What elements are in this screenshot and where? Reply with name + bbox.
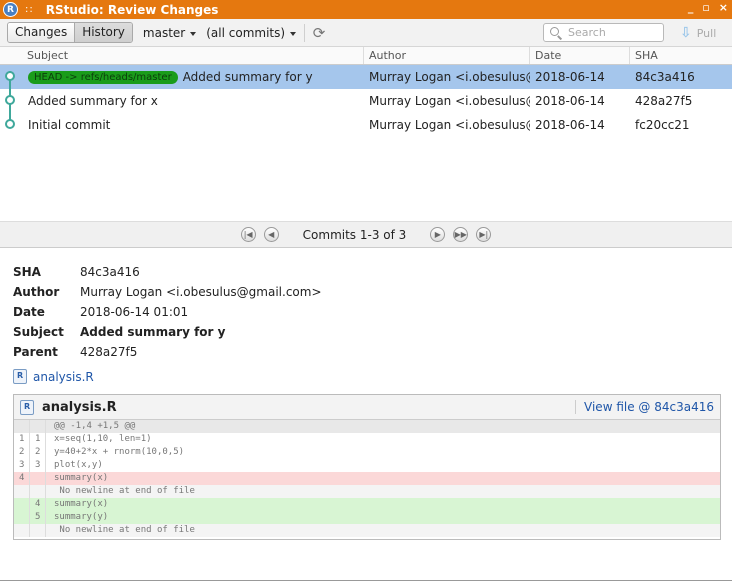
view-toggle: Changes History	[7, 22, 133, 43]
table-row[interactable]: HEAD -> refs/heads/master Added summary …	[0, 65, 732, 89]
branch-label: master	[142, 25, 186, 40]
commit-sha: 84c3a416	[635, 70, 695, 84]
r-file-icon	[20, 399, 34, 415]
diff-line-added: 4 summary(x)	[14, 498, 720, 511]
column-header-subject[interactable]: Subject	[0, 47, 364, 64]
commits-filter-dropdown[interactable]: (all commits)	[206, 25, 297, 40]
detail-subject: Subject Added summary for y	[13, 325, 226, 339]
toolbar-divider	[304, 23, 306, 42]
r-file-icon	[13, 369, 27, 384]
table-row[interactable]: Added summary for x Murray Logan <i.obes…	[0, 89, 732, 113]
rstudio-logo-icon: R	[3, 2, 18, 17]
window-title: RStudio: Review Changes	[45, 2, 219, 17]
view-file-link[interactable]: View file @ 84c3a416	[575, 400, 714, 414]
commit-date: 2018-06-14	[535, 118, 605, 132]
maximize-icon[interactable]: ▫	[702, 1, 709, 14]
diff-panel: analysis.R View file @ 84c3a416 @@ -1,4 …	[13, 394, 721, 540]
toolbar: Changes History master (all commits) ⟳ ⇩…	[0, 19, 732, 47]
window-bottom-border	[0, 580, 732, 581]
changed-file-link[interactable]: analysis.R	[13, 369, 94, 384]
table-row[interactable]: Initial commit Murray Logan <i.obesulus@…	[0, 113, 732, 137]
chevron-down-icon	[190, 31, 197, 36]
search-box[interactable]	[543, 23, 664, 42]
title-bar: R :: RStudio: Review Changes _ ▫ ×	[0, 0, 732, 19]
diff-line: 2 2 y=40+2*x + rnorm(10,0,5)	[14, 446, 720, 459]
close-icon[interactable]: ×	[719, 1, 728, 14]
branch-ref-badge: HEAD -> refs/heads/master	[28, 70, 178, 84]
commit-subject: Initial commit	[28, 118, 111, 132]
search-input[interactable]	[568, 26, 658, 39]
commit-author: Murray Logan <i.obesulus@gmail.com>	[369, 118, 530, 132]
commit-details: SHA 84c3a416 Author Murray Logan <i.obes…	[0, 249, 732, 586]
tab-history[interactable]: History	[74, 23, 132, 42]
detail-parent: Parent 428a27f5	[13, 345, 138, 359]
changed-file-name: analysis.R	[33, 369, 94, 384]
diff-line-deleted: 4 summary(x)	[14, 472, 720, 485]
column-header-sha[interactable]: SHA	[630, 47, 732, 64]
chevron-down-icon	[290, 31, 297, 36]
diff-line: 1 1 x=seq(1,10, len=1)	[14, 433, 720, 446]
commit-table: Subject Author Date SHA HEAD -> refs/hea…	[0, 47, 732, 221]
commit-subject: Added summary for y	[182, 70, 313, 84]
search-icon	[550, 26, 562, 39]
detail-author: Author Murray Logan <i.obesulus@gmail.co…	[13, 285, 322, 299]
pager-label: Commits 1-3 of 3	[302, 227, 407, 242]
diff-header: analysis.R View file @ 84c3a416	[14, 395, 720, 420]
next-page-icon[interactable]: ▶	[430, 227, 446, 242]
last-page-icon[interactable]: ▶|	[476, 227, 492, 242]
diff-line: 3 3 plot(x,y)	[14, 459, 720, 472]
pull-button[interactable]: ⇩ Pull	[680, 25, 716, 41]
branch-dropdown[interactable]: master	[142, 25, 197, 40]
column-header-author[interactable]: Author	[364, 47, 530, 64]
first-page-icon[interactable]: |◀	[240, 227, 256, 242]
minimize-icon[interactable]: _	[688, 1, 694, 14]
next-block-icon[interactable]: ▶▶	[453, 227, 469, 242]
commit-subject: Added summary for x	[28, 94, 158, 108]
diff-filename: analysis.R	[42, 399, 117, 415]
refresh-icon[interactable]: ⟳	[311, 25, 327, 41]
commits-filter-label: (all commits)	[206, 25, 286, 40]
commit-author: Murray Logan <i.obesulus@gmail.com>	[369, 94, 530, 108]
diff-hunk-header: @@ -1,4 +1,5 @@	[14, 420, 720, 433]
commit-author: Murray Logan <i.obesulus@gmail.com>	[369, 70, 530, 84]
commit-date: 2018-06-14	[535, 70, 605, 84]
pager: |◀ ◀ Commits 1-3 of 3 ▶ ▶▶ ▶|	[0, 221, 732, 248]
grip-handle[interactable]: ::	[25, 4, 34, 15]
tab-changes[interactable]: Changes	[8, 23, 75, 42]
window-controls: _ ▫ ×	[688, 1, 728, 14]
commit-sha: fc20cc21	[635, 118, 690, 132]
commit-date: 2018-06-14	[535, 94, 605, 108]
diff-line-added: 5 summary(y)	[14, 511, 720, 524]
pull-label: Pull	[696, 26, 717, 40]
pull-arrow-icon: ⇩	[680, 25, 692, 41]
detail-sha: SHA 84c3a416	[13, 265, 140, 279]
diff-line-no-newline: No newline at end of file	[14, 524, 720, 537]
detail-date: Date 2018-06-14 01:01	[13, 305, 189, 319]
table-header: Subject Author Date SHA	[0, 47, 732, 65]
commit-node-icon	[5, 95, 15, 105]
diff-line-no-newline: No newline at end of file	[14, 485, 720, 498]
commit-node-icon	[5, 119, 15, 129]
column-header-date[interactable]: Date	[530, 47, 630, 64]
commit-node-icon	[5, 71, 15, 81]
commit-sha: 428a27f5	[635, 94, 693, 108]
prev-page-icon[interactable]: ◀	[263, 227, 279, 242]
